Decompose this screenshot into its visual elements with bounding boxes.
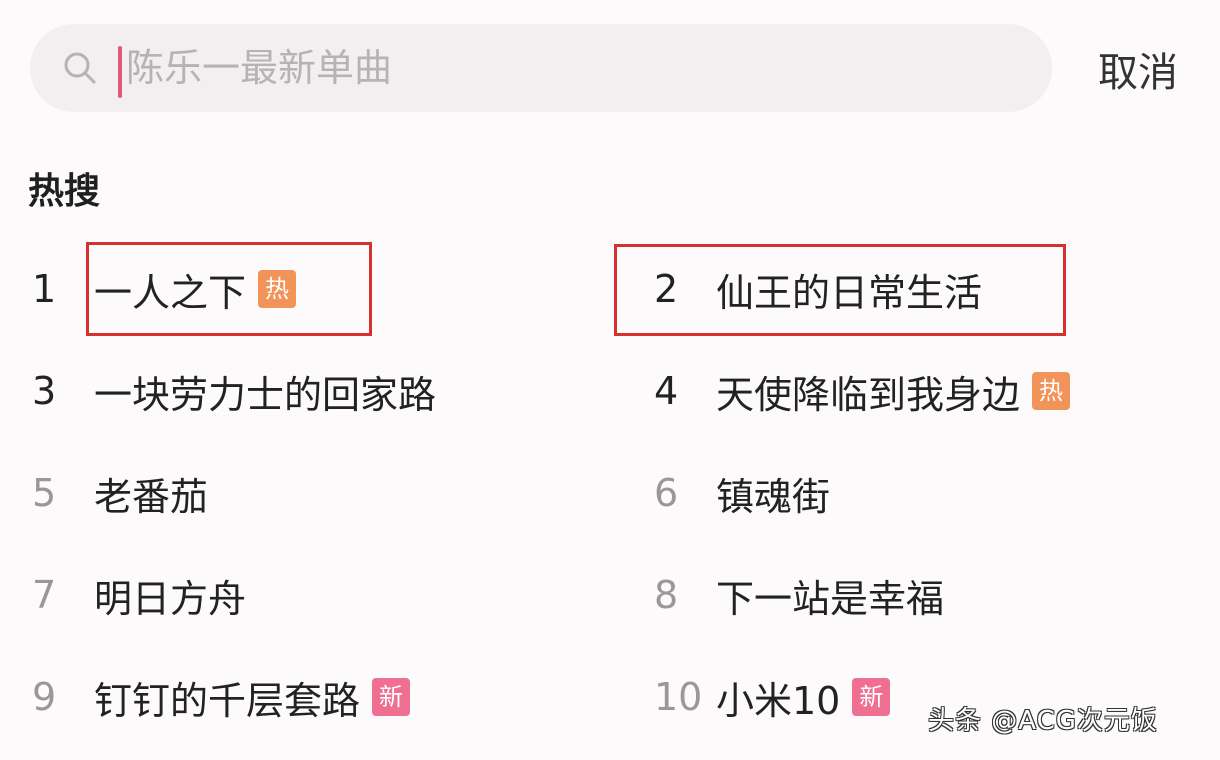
rank-number: 10	[654, 675, 703, 719]
hot-item-8[interactable]: 8 下一站是幸福	[654, 564, 944, 626]
hot-item-label: 镇魂街	[716, 474, 831, 519]
search-bar[interactable]	[30, 24, 1052, 112]
hot-item-label: 钉钉的千层套路	[94, 678, 361, 723]
hot-badge: 热	[1032, 372, 1071, 410]
hot-item-4[interactable]: 4 天使降临到我身边 热	[654, 360, 1071, 422]
rank-number: 9	[32, 675, 57, 719]
hot-item-label: 小米10	[716, 678, 841, 723]
search-input[interactable]	[126, 38, 1006, 98]
hot-item-label: 下一站是幸福	[716, 576, 945, 621]
rank-number: 8	[654, 573, 679, 617]
new-badge: 新	[372, 678, 411, 716]
hot-item-9[interactable]: 9 钉钉的千层套路 新	[32, 666, 411, 728]
hot-item-7[interactable]: 7 明日方舟	[32, 564, 246, 626]
hot-item-label: 老番茄	[94, 474, 209, 519]
cancel-button[interactable]: 取消	[1098, 40, 1178, 98]
rank-number: 2	[654, 267, 679, 311]
watermark-text: 头条 @ACG次元饭	[928, 706, 1158, 736]
rank-number: 1	[32, 267, 57, 311]
hot-item-label: 仙王的日常生活	[716, 270, 983, 315]
rank-number: 3	[32, 369, 57, 413]
rank-number: 4	[654, 369, 679, 413]
hot-item-label: 一人之下	[94, 270, 247, 315]
hot-item-label: 天使降临到我身边	[716, 372, 1021, 417]
hot-item-10[interactable]: 10 小米10 新	[654, 666, 891, 728]
text-cursor	[118, 46, 122, 98]
new-badge: 新	[852, 678, 891, 716]
hot-item-1[interactable]: 1 一人之下 热	[32, 258, 297, 320]
hot-item-label: 一块劳力士的回家路	[94, 372, 437, 417]
hot-item-2[interactable]: 2 仙王的日常生活	[654, 258, 982, 320]
rank-number: 5	[32, 471, 57, 515]
hot-item-5[interactable]: 5 老番茄	[32, 462, 208, 524]
hot-item-6[interactable]: 6 镇魂街	[654, 462, 830, 524]
rank-number: 6	[654, 471, 679, 515]
hot-item-label: 明日方舟	[94, 576, 247, 621]
search-icon	[64, 52, 96, 84]
hot-search-title: 热搜	[28, 171, 101, 212]
hot-item-3[interactable]: 3 一块劳力士的回家路	[32, 360, 436, 422]
hot-badge: 热	[258, 270, 297, 308]
rank-number: 7	[32, 573, 57, 617]
